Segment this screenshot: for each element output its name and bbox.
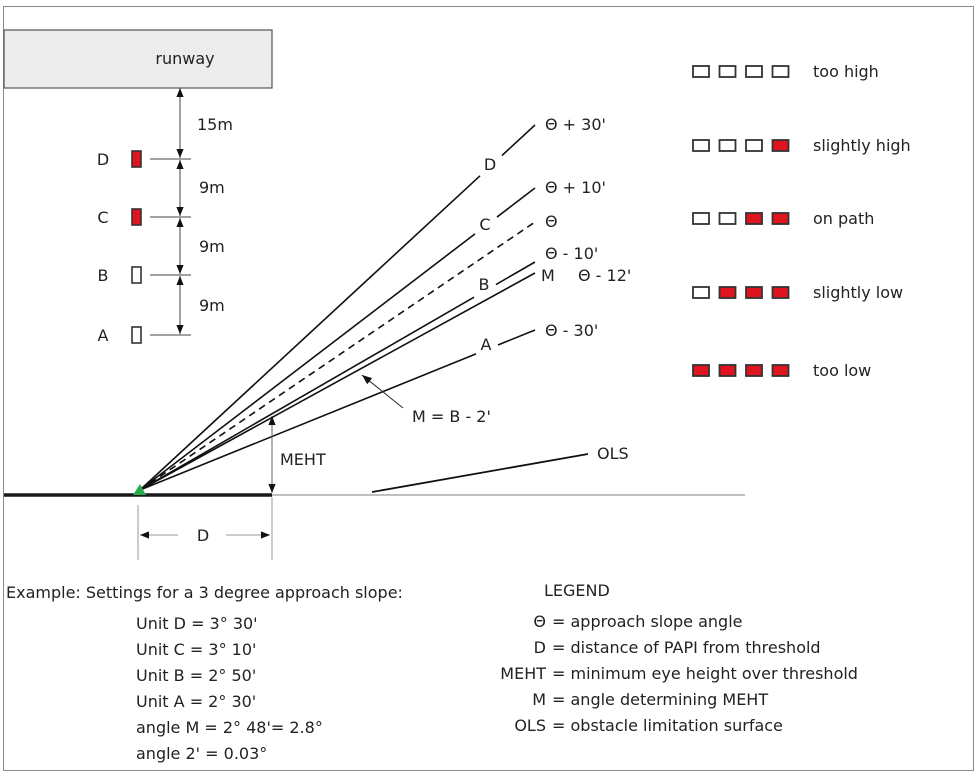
legend-value: = approach slope angle (552, 612, 743, 631)
papi-unit-label: A (98, 326, 109, 345)
papi-unit-a: A (98, 326, 142, 345)
indication-label: slightly high (813, 136, 911, 155)
legend-key: OLS (514, 716, 546, 735)
indicator-light-red (771, 364, 790, 377)
indicator-light-red (745, 286, 763, 299)
m-pointer-arrow (361, 374, 404, 409)
legend-value: = distance of PAPI from threshold (552, 638, 821, 657)
papi-light-white (131, 266, 142, 284)
papi-unit-d: D (97, 150, 142, 169)
indicator-light-red (718, 286, 737, 299)
example-setting-line: Unit D = 3° 30' (136, 614, 258, 633)
legend-item: OLS = obstacle limitation surface (446, 716, 783, 735)
indicator-light-red (745, 364, 763, 377)
m-formula-label: M = B - 2' (412, 407, 491, 426)
indication-label: too high (813, 62, 879, 81)
beam-line (496, 187, 536, 218)
runway-label: runway (155, 49, 214, 68)
beam-line (139, 221, 536, 491)
legend-key: M (532, 690, 546, 709)
papi-light-red (131, 150, 142, 168)
indicator-light-white (718, 139, 737, 152)
indication-row: too high (692, 62, 879, 81)
legend-item: Θ = approach slope angle (446, 612, 743, 631)
indicator-light-red (718, 364, 737, 377)
spacing-dimensions (150, 88, 191, 336)
papi-diagram: runway 15m 9m 9m 9m D C B A D Θ + 30' C Θ + 10… (3, 29, 911, 560)
papi-light-red (131, 208, 142, 226)
indicator-light-white (771, 65, 790, 78)
beam-line (497, 329, 536, 346)
indicator-light-white (692, 139, 710, 152)
papi-unit-label: D (97, 150, 109, 169)
indicator-light-white (718, 212, 737, 225)
papi-unit-label: C (97, 208, 108, 227)
legend-item: D = distance of PAPI from threshold (446, 638, 821, 657)
indicator-light-red (771, 286, 790, 299)
spacing-label-15m: 15m (197, 115, 233, 134)
ols-line (371, 453, 589, 493)
indicator-light-white (745, 65, 763, 78)
legend-key: MEHT (500, 664, 546, 683)
indicator-light-white (745, 139, 763, 152)
papi-light-white (131, 326, 142, 344)
example-setting-line: Unit A = 2° 30' (136, 692, 257, 711)
beam-angle-label: Θ - 10' (545, 244, 598, 263)
legend-value: = angle determining MEHT (552, 690, 769, 709)
legend-value: = obstacle limitation surface (552, 716, 783, 735)
beam-angle-label: Θ + 10' (545, 178, 606, 197)
example-setting-line: angle 2' = 0.03° (136, 744, 268, 763)
indication-legend: too high slightly high on path slightly low… (692, 62, 911, 380)
spacing-label-9m-1: 9m (199, 178, 225, 197)
beam-angle-label: Θ + 30' (545, 115, 606, 134)
papi-unit-c: C (97, 208, 142, 227)
indicator-light-white (692, 65, 710, 78)
indicator-light-red (692, 364, 710, 377)
indicator-light-red (771, 212, 790, 225)
legend-key: D (533, 638, 546, 657)
legend-item: M = angle determining MEHT (446, 690, 768, 709)
papi-units: D C B A (97, 150, 142, 345)
indication-label: slightly low (813, 283, 903, 302)
beam-unit-label: C (479, 215, 490, 234)
legend-heading: LEGEND (544, 581, 610, 600)
beam-unit-label: D (484, 155, 496, 174)
beam-angle-label: Θ - 30' (545, 321, 598, 340)
indication-row: on path (692, 209, 874, 228)
indication-label: on path (813, 209, 874, 228)
beam-unit-label: B (479, 275, 490, 294)
beam-line (501, 124, 536, 157)
spacing-label-9m-2: 9m (199, 237, 225, 256)
beam-unit-label: A (481, 335, 492, 354)
ols-label: OLS (597, 444, 629, 463)
indication-row: slightly low (692, 283, 903, 302)
spacing-label-9m-3: 9m (199, 296, 225, 315)
runway-rect (3, 29, 273, 89)
indication-row: too low (692, 361, 871, 380)
beam-m-label: M (541, 266, 555, 285)
legend-key: Θ (533, 612, 546, 631)
legend-value: = minimum eye height over threshold (552, 664, 858, 683)
example-heading: Example: Settings for a 3 degree approac… (6, 583, 403, 602)
indicator-light-white (718, 65, 737, 78)
indicator-light-white (692, 212, 710, 225)
beam-angle-label: Θ - 12' (578, 266, 631, 285)
runway: runway (3, 29, 273, 89)
beam-line (495, 261, 536, 286)
distance-d-label: D (197, 526, 209, 545)
papi-unit-b: B (98, 266, 142, 285)
papi-unit-label: B (98, 266, 109, 285)
beam-angle-label: Θ (545, 212, 558, 231)
legend-item: MEHT = minimum eye height over threshold (446, 664, 858, 683)
example-setting-line: angle M = 2° 48'= 2.8° (136, 718, 323, 737)
beam-line (139, 175, 481, 491)
indicator-light-red (771, 139, 790, 152)
indicator-light-white (692, 286, 710, 299)
indicator-light-red (745, 212, 763, 225)
indication-label: too low (813, 361, 871, 380)
indication-row: slightly high (692, 136, 911, 155)
meht-label: MEHT (280, 450, 326, 469)
example-setting-line: Unit C = 3° 10' (136, 640, 257, 659)
example-setting-line: Unit B = 2° 50' (136, 666, 257, 685)
